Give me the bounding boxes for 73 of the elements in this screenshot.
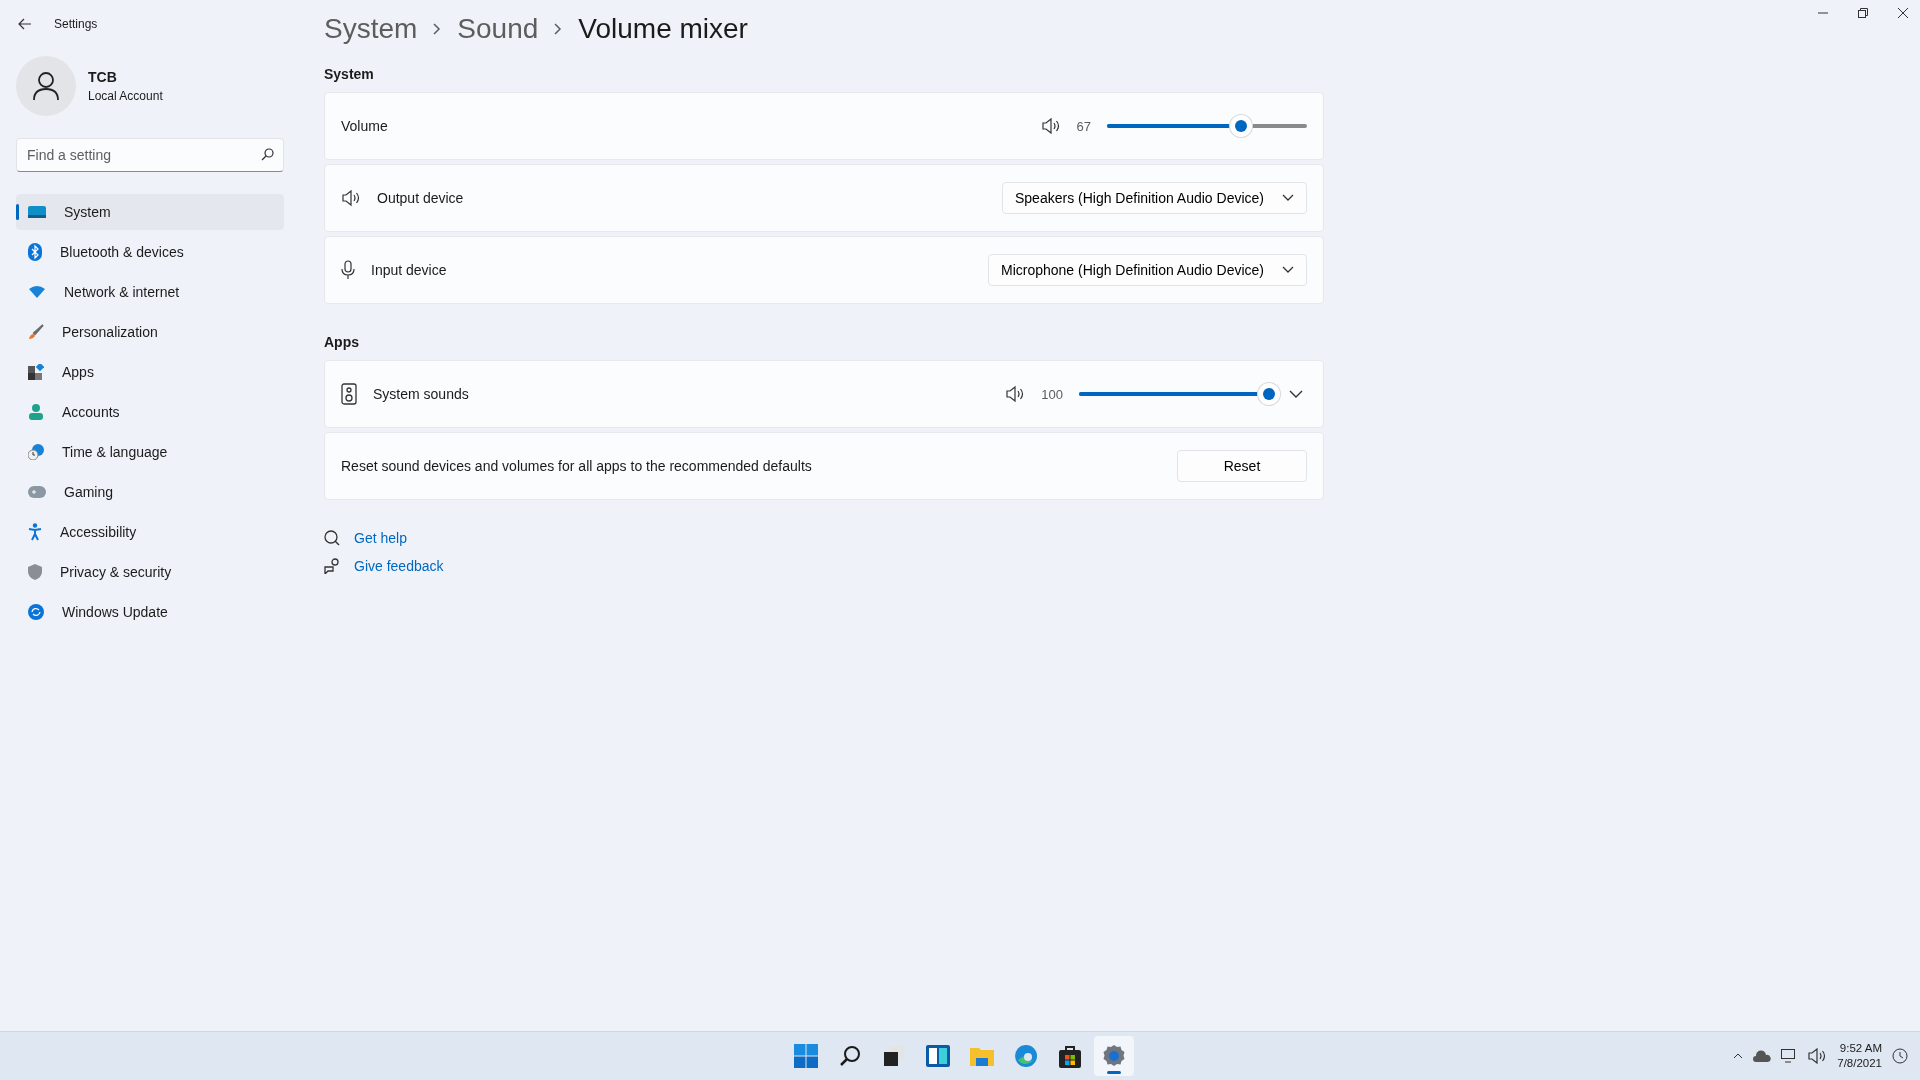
person-icon: [28, 404, 44, 420]
setting-label: Reset sound devices and volumes for all apps to the recommended defaults: [341, 458, 813, 474]
widgets-icon: [926, 1045, 950, 1067]
browser-icon: [1014, 1044, 1038, 1068]
search-icon: [261, 148, 274, 161]
device-dropdown[interactable]: Speakers (High Definition Audio Device): [1002, 182, 1307, 214]
task-view-icon: [883, 1045, 905, 1067]
section-heading: System: [324, 66, 375, 82]
slider-thumb[interactable]: [1258, 383, 1280, 405]
wifi-icon: [28, 285, 46, 299]
chevron-down-icon: [1282, 194, 1294, 202]
nav-item[interactable]: Bluetooth & devices: [16, 234, 284, 270]
monitor-icon: [28, 205, 46, 219]
globe-clock-icon: [28, 444, 44, 460]
nav-item[interactable]: Time & language: [16, 434, 284, 470]
nav-item[interactable]: Windows Update: [16, 594, 284, 630]
network-icon[interactable]: [1781, 1049, 1798, 1063]
nav-item[interactable]: Network & internet: [16, 274, 284, 310]
breadcrumb-item: Volume mixer: [578, 13, 748, 45]
volume-reading: 100: [1041, 386, 1063, 402]
close-icon[interactable]: [1898, 8, 1908, 18]
nav-item[interactable]: Personalization: [16, 314, 284, 350]
windows-logo-icon: [794, 1044, 818, 1068]
speaker-icon: [1040, 117, 1061, 135]
account-type: Local Account: [88, 89, 163, 103]
nav-item[interactable]: Gaming: [16, 474, 284, 510]
microphone-icon: [341, 260, 355, 280]
search-field[interactable]: Find a setting: [16, 138, 284, 172]
breadcrumb-item[interactable]: Sound: [457, 13, 539, 45]
restore-icon[interactable]: [1858, 8, 1868, 18]
nav-item[interactable]: System: [16, 194, 284, 230]
apps-icon: [28, 364, 44, 380]
setting-label: Input device: [371, 262, 448, 278]
volume-reading: 67: [1076, 118, 1091, 134]
clock[interactable]: 9:52 AM 7/8/2021: [1837, 1041, 1882, 1071]
settings-icon: [1102, 1044, 1126, 1068]
reset-button[interactable]: Reset: [1177, 450, 1307, 482]
search-icon: [839, 1045, 861, 1067]
nav-item[interactable]: Privacy & security: [16, 554, 284, 590]
device-dropdown[interactable]: Microphone (High Definition Audio Device): [987, 254, 1307, 286]
help-link[interactable]: Give feedback: [354, 558, 444, 574]
notification-icon[interactable]: [1892, 1048, 1908, 1064]
user-name: TCB: [88, 69, 118, 85]
window-title: Settings: [54, 17, 98, 31]
setting-label: Volume: [341, 118, 389, 134]
chevron-down-icon: [1282, 266, 1294, 274]
refresh-icon: [28, 604, 44, 620]
feedback-icon: [324, 558, 340, 574]
speaker-icon: [341, 189, 361, 207]
brush-icon: [28, 324, 44, 340]
speaker-icon: [1005, 385, 1026, 403]
breadcrumb-item[interactable]: System: [324, 13, 418, 45]
folder-icon: [970, 1046, 994, 1066]
nav-item[interactable]: Accounts: [16, 394, 284, 430]
chevron-up-icon[interactable]: [1733, 1053, 1744, 1059]
cloud-icon[interactable]: [1753, 1050, 1772, 1062]
gamepad-icon: [28, 486, 46, 498]
setting-label: System sounds: [373, 386, 470, 402]
back-arrow-icon[interactable]: [18, 18, 32, 30]
nav-item[interactable]: Accessibility: [16, 514, 284, 550]
bluetooth-icon: [28, 243, 42, 261]
chevron-down-icon: [1289, 390, 1303, 398]
slider-thumb[interactable]: [1230, 115, 1252, 137]
section-heading: Apps: [324, 334, 360, 350]
speaker-box-icon: [341, 383, 357, 405]
volume-icon: [1807, 1047, 1828, 1065]
setting-label: Output device: [377, 190, 465, 206]
store-bag-icon: [1059, 1044, 1081, 1068]
help-icon: [324, 530, 340, 546]
nav-item[interactable]: Apps: [16, 354, 284, 390]
help-link[interactable]: Get help: [354, 530, 407, 546]
accessibility-icon: [28, 523, 42, 541]
shield-icon: [28, 564, 42, 580]
